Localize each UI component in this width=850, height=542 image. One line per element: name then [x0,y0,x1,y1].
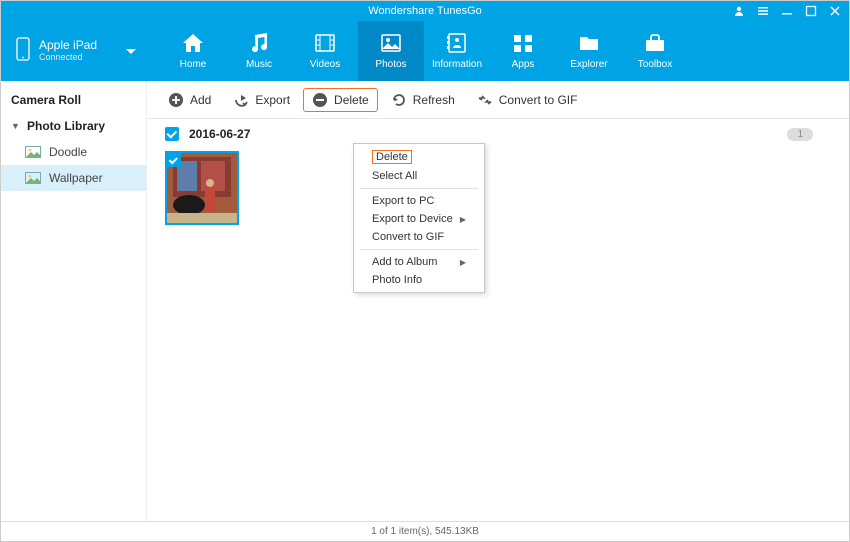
user-icon[interactable] [733,5,745,17]
section-header: 2016-06-27 1 [147,119,849,147]
statusbar-text: 1 of 1 item(s), 545.13KB [371,526,479,537]
sidebar-item-wallpaper[interactable]: Wallpaper [1,165,146,191]
ctx-export-device[interactable]: Export to Device▶ [354,210,484,228]
minimize-icon[interactable] [781,5,793,17]
nav-explorer[interactable]: Explorer [556,21,622,81]
sidebar-label: Camera Roll [11,93,81,107]
nav-label: Toolbox [638,59,672,70]
section-checkbox[interactable] [165,127,179,141]
nav-label: Videos [310,59,340,70]
submenu-arrow-icon: ▶ [460,258,466,267]
section-date: 2016-06-27 [189,127,250,141]
context-menu: Delete Select All Export to PC Export to… [353,143,485,293]
sidebar-item-doodle[interactable]: Doodle [1,139,146,165]
button-label: Add [190,93,211,107]
nav-toolbox[interactable]: Toolbox [622,21,688,81]
ctx-separator [360,249,478,250]
ctx-add-album[interactable]: Add to Album▶ [354,253,484,271]
nav-label: Explorer [570,59,607,70]
section-count-badge: 1 [787,128,813,141]
button-label: Refresh [413,93,455,107]
maximize-icon[interactable] [805,5,817,17]
nav-label: Photos [375,59,406,70]
body: Camera Roll ▼ Photo Library Doodle Wallp… [1,81,849,521]
ctx-separator [360,188,478,189]
caret-down-icon: ▼ [11,121,19,131]
content: Add Export Delete Refresh Convert to GIF [147,81,849,521]
delete-button[interactable]: Delete [303,88,378,112]
chevron-down-icon [126,42,136,60]
ctx-photo-info[interactable]: Photo Info [354,271,484,289]
sidebar: Camera Roll ▼ Photo Library Doodle Wallp… [1,81,147,521]
sidebar-label: Photo Library [27,119,105,133]
nav-label: Information [432,59,482,70]
sidebar-photo-library[interactable]: ▼ Photo Library [1,113,146,139]
add-button[interactable]: Add [159,88,220,112]
sidebar-label: Doodle [49,145,87,159]
export-button[interactable]: Export [224,88,299,112]
nav-home[interactable]: Home [160,21,226,81]
ctx-select-all[interactable]: Select All [354,167,484,185]
sidebar-label: Wallpaper [49,171,103,185]
thumbnail-checkbox[interactable] [167,153,181,167]
menu-icon[interactable] [757,5,769,17]
photo-thumbnail[interactable] [165,151,239,225]
nav-apps[interactable]: Apps [490,21,556,81]
refresh-button[interactable]: Refresh [382,88,464,112]
app-title: Wondershare TunesGo [368,5,482,17]
nav-information[interactable]: Information [424,21,490,81]
device-icon [15,37,31,66]
nav-label: Apps [512,59,535,70]
app-window: Wondershare TunesGo [0,0,850,542]
button-label: Export [255,93,290,107]
nav-label: Music [246,59,272,70]
convert-gif-button[interactable]: Convert to GIF [468,88,587,112]
titlebar-controls [733,1,841,21]
nav: Home Music Videos Photos Information App… [160,21,849,81]
picture-icon [25,172,41,184]
button-label: Delete [334,93,369,107]
ctx-delete[interactable]: Delete [354,147,484,167]
sidebar-camera-roll[interactable]: Camera Roll [1,87,146,113]
nav-music[interactable]: Music [226,21,292,81]
toolbar: Add Export Delete Refresh Convert to GIF [147,81,849,119]
device-selector[interactable]: Apple iPad Connected [1,21,146,81]
button-label: Convert to GIF [499,93,578,107]
close-icon[interactable] [829,5,841,17]
header: Apple iPad Connected Home Music Videos [1,21,849,81]
nav-videos[interactable]: Videos [292,21,358,81]
submenu-arrow-icon: ▶ [460,215,466,224]
ctx-export-pc[interactable]: Export to PC [354,192,484,210]
nav-label: Home [180,59,207,70]
thumbnail-grid [147,147,849,229]
nav-photos[interactable]: Photos [358,21,424,81]
statusbar: 1 of 1 item(s), 545.13KB [1,521,849,541]
device-status: Connected [39,53,97,63]
picture-icon [25,146,41,158]
titlebar: Wondershare TunesGo [1,1,849,21]
ctx-convert-gif[interactable]: Convert to GIF [354,228,484,246]
device-name: Apple iPad [39,39,97,52]
